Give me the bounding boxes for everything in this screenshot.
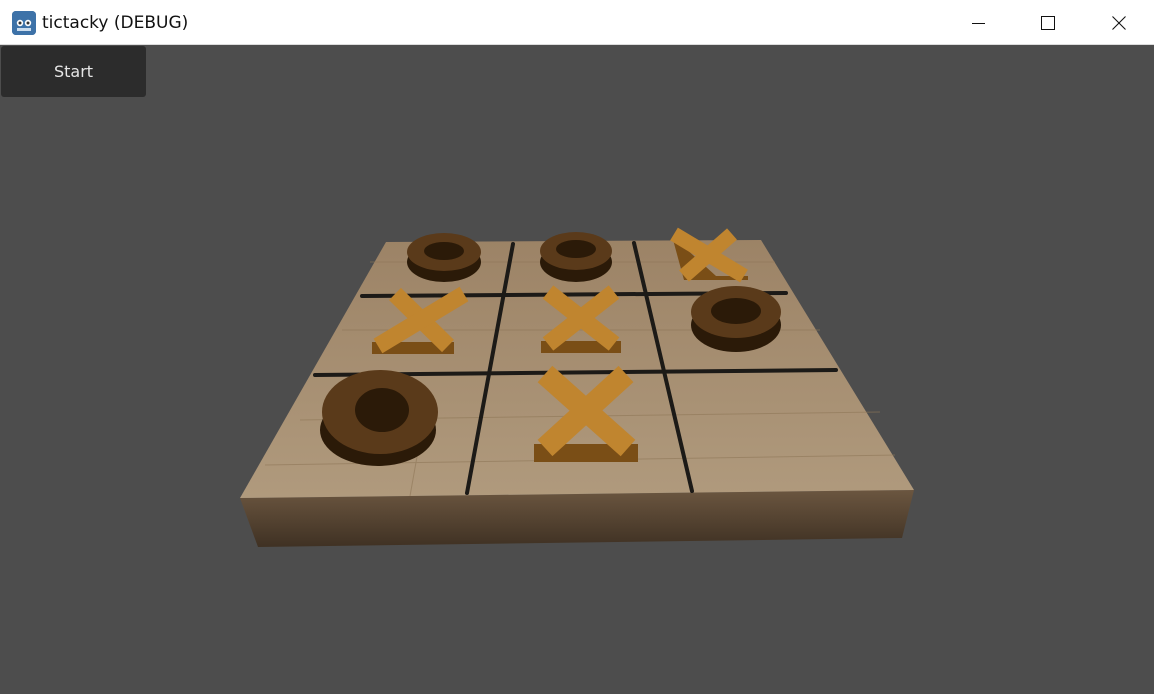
close-icon [1112, 15, 1126, 30]
o-piece[interactable] [540, 232, 612, 282]
o-piece[interactable] [691, 286, 781, 352]
o-piece[interactable] [320, 370, 438, 466]
o-piece[interactable] [407, 233, 481, 282]
minimize-button[interactable] [955, 0, 1001, 45]
godot-app-icon [12, 11, 36, 35]
minimize-icon [972, 22, 985, 24]
maximize-button[interactable] [1025, 0, 1071, 45]
game-scene[interactable] [0, 45, 1154, 694]
board-side [240, 490, 914, 547]
close-button[interactable] [1096, 0, 1142, 45]
start-button[interactable]: Start [1, 46, 146, 97]
window-title: tictacky (DEBUG) [42, 13, 189, 33]
game-viewport[interactable]: Start [0, 45, 1154, 694]
maximize-icon [1041, 15, 1055, 30]
title-bar: tictacky (DEBUG) [0, 0, 1154, 45]
